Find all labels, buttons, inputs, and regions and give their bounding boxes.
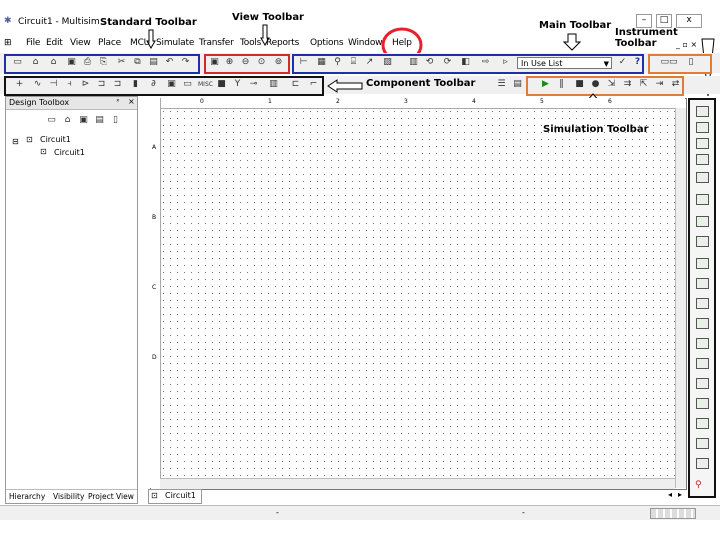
standard-toolbar-label: Standard Toolbar bbox=[100, 17, 197, 28]
menu-transfer[interactable]: Transfer bbox=[199, 38, 234, 48]
oscilloscope-icon[interactable] bbox=[696, 172, 709, 183]
app-icon: ✱ bbox=[4, 16, 12, 26]
view-toolbar-box bbox=[204, 54, 290, 74]
canvas-vertical-scrollbar[interactable] bbox=[675, 108, 686, 488]
iv-analyzer-icon[interactable] bbox=[696, 318, 709, 329]
grid-icon[interactable]: ▤ bbox=[512, 79, 523, 90]
open-design-icon[interactable]: ⌂ bbox=[62, 115, 73, 126]
menu-file[interactable]: File bbox=[26, 38, 40, 48]
menu-options[interactable]: Options bbox=[310, 38, 344, 48]
component-toolbar-box bbox=[4, 76, 324, 96]
agilent-oscilloscope-icon[interactable] bbox=[696, 418, 709, 429]
design-toolbox-panel: Design Toolbox ˣ × ▭ ⌂ ▣ ▤ ▯ ⊟ ⊡ Circuit… bbox=[5, 96, 138, 504]
tab-scroll-left[interactable]: ◂ bbox=[668, 490, 672, 499]
simulation-toolbar-label: Simulation Toolbar bbox=[543, 124, 649, 135]
distortion-analyzer-icon[interactable] bbox=[696, 122, 709, 133]
component-toolbar-label: Component Toolbar bbox=[366, 78, 476, 89]
circuit-tab-label: Circuit1 bbox=[165, 491, 196, 500]
tree-root-label[interactable]: Circuit1 bbox=[40, 135, 71, 144]
wattmeter-icon[interactable] bbox=[696, 154, 709, 165]
design-toolbox-title: Design Toolbox bbox=[9, 98, 70, 107]
instrument-toolbar-top-box bbox=[648, 54, 712, 74]
bode-plotter-icon[interactable] bbox=[696, 216, 709, 227]
new-design-icon[interactable]: ▭ bbox=[46, 115, 57, 126]
minimize-button[interactable]: – bbox=[636, 14, 652, 28]
status-progress-segments bbox=[650, 508, 696, 519]
ruler-top-3: 3 bbox=[404, 98, 408, 105]
ruler-left: A B C D bbox=[150, 98, 161, 488]
ruler-left-b: B bbox=[152, 214, 157, 221]
hide-icon[interactable]: ▯ bbox=[110, 115, 121, 126]
logic-converter-icon[interactable] bbox=[696, 298, 709, 309]
tree-child-label[interactable]: Circuit1 bbox=[54, 148, 85, 157]
close-button[interactable]: x bbox=[676, 14, 702, 28]
view-toolbar-label: View Toolbar bbox=[232, 12, 304, 23]
logic-analyzer-icon[interactable] bbox=[696, 278, 709, 289]
panel-close-button[interactable]: × bbox=[128, 97, 135, 106]
component-arrow-icon bbox=[327, 79, 363, 93]
tab-project-view[interactable]: Project View bbox=[88, 492, 134, 501]
ruler-top-1: 1 bbox=[268, 98, 272, 105]
ruler-top-5: 5 bbox=[540, 98, 544, 105]
panel-pin-button[interactable]: ˣ bbox=[116, 97, 120, 106]
status-divider-1: - bbox=[276, 508, 279, 517]
tree-expand-toggle[interactable]: ⊟ bbox=[12, 137, 19, 146]
tab-circuit1[interactable]: ⊡ Circuit1 bbox=[148, 489, 202, 504]
ruler-left-c: C bbox=[152, 284, 157, 291]
ruler-left-a: A bbox=[152, 144, 157, 151]
tab-scroll-right[interactable]: ▸ bbox=[678, 490, 682, 499]
status-divider-2: - bbox=[522, 508, 525, 517]
window-title: Circuit1 - Multisim - bbox=[18, 17, 106, 27]
network-analyzer-icon[interactable] bbox=[696, 358, 709, 369]
schematic-canvas[interactable] bbox=[150, 98, 687, 490]
menu-reports[interactable]: Reports bbox=[266, 38, 299, 48]
tab-visibility[interactable]: Visibility bbox=[53, 492, 84, 501]
main-arrow-icon bbox=[563, 33, 581, 51]
circuit-file-icon: ⊡ bbox=[40, 147, 47, 156]
properties-icon[interactable]: ▤ bbox=[94, 115, 105, 126]
circuit-folder-icon: ⊡ bbox=[26, 135, 33, 144]
function-generator-instrument-icon[interactable] bbox=[696, 138, 709, 149]
current-probe-icon[interactable] bbox=[696, 458, 709, 469]
menu-simulate[interactable]: Simulate bbox=[156, 38, 194, 48]
main-toolbar-box bbox=[292, 54, 644, 74]
status-bar: - - bbox=[0, 505, 720, 520]
circuit-tab-icon: ⊡ bbox=[151, 491, 158, 500]
align-icon[interactable]: ☰ bbox=[496, 79, 507, 90]
mdi-controls[interactable]: _ ▫ × bbox=[676, 40, 697, 49]
instrument-toolbar: ⚲ bbox=[688, 98, 716, 498]
ruler-top-6: 6 bbox=[608, 98, 612, 105]
canvas-horizontal-scrollbar[interactable] bbox=[160, 478, 675, 489]
ruler-top: 0 1 2 3 4 5 6 bbox=[150, 98, 685, 109]
toolbox-tabs: Hierarchy Visibility Project View bbox=[6, 489, 137, 504]
frequency-counter-icon[interactable] bbox=[696, 236, 709, 247]
multimeter-instrument-icon[interactable] bbox=[696, 106, 709, 117]
simulation-toolbar-box bbox=[526, 76, 684, 96]
measurement-probe-icon[interactable]: ⚲ bbox=[695, 480, 702, 490]
menu-place[interactable]: Place bbox=[98, 38, 121, 48]
ruler-left-d: D bbox=[152, 354, 157, 361]
tab-hierarchy[interactable]: Hierarchy bbox=[9, 492, 45, 501]
labview-instrument-icon[interactable] bbox=[696, 438, 709, 449]
menu-mcu[interactable]: MCU bbox=[130, 38, 150, 48]
ruler-top-4: 4 bbox=[472, 98, 476, 105]
standard-toolbar-box bbox=[4, 54, 200, 74]
menu-view[interactable]: View bbox=[70, 38, 91, 48]
ruler-top-2: 2 bbox=[336, 98, 340, 105]
design-toolbox-header: Design Toolbox ˣ × bbox=[6, 97, 137, 110]
main-toolbar-label: Main Toolbar bbox=[539, 20, 612, 31]
spectrum-analyzer-icon[interactable] bbox=[696, 338, 709, 349]
four-channel-oscilloscope-icon[interactable] bbox=[696, 194, 709, 205]
menu-tools[interactable]: Tools bbox=[240, 38, 261, 48]
menu-bar: ⊞ File Edit View Place MCU Simulate Tran… bbox=[0, 36, 415, 52]
save-design-icon[interactable]: ▣ bbox=[78, 115, 89, 126]
menu-edit[interactable]: Edit bbox=[46, 38, 63, 48]
word-generator-icon[interactable] bbox=[696, 258, 709, 269]
ruler-top-0: 0 bbox=[200, 98, 204, 105]
menu-app-icon[interactable]: ⊞ bbox=[4, 38, 12, 48]
menu-window[interactable]: Window bbox=[348, 38, 382, 48]
agilent-multimeter-icon[interactable] bbox=[696, 398, 709, 409]
agilent-generator-icon[interactable] bbox=[696, 378, 709, 389]
maximize-button[interactable]: □ bbox=[656, 14, 672, 28]
